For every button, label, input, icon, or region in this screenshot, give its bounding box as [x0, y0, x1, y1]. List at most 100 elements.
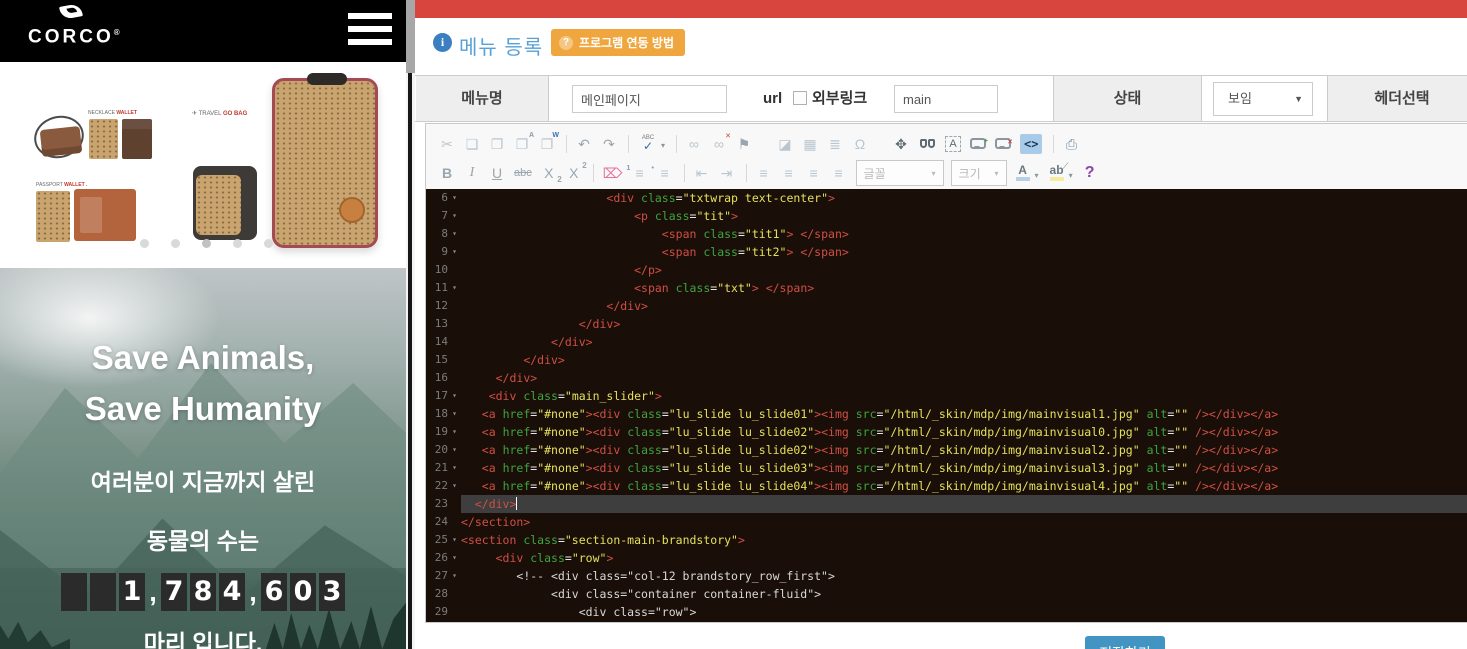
remove-format-icon[interactable]: ⌦	[603, 163, 623, 183]
code-line[interactable]: 12 </div>	[426, 297, 1467, 315]
undo-icon[interactable]: ↶	[576, 134, 592, 154]
url-input[interactable]	[894, 85, 998, 113]
code-line[interactable]: 13 </div>	[426, 315, 1467, 333]
highlight-color-button[interactable]: ab∕	[1048, 163, 1066, 183]
unlink-icon[interactable]: ∞✕	[711, 134, 727, 154]
code-line[interactable]: 18▾ <a href="#none"><div class="lu_slide…	[426, 405, 1467, 423]
fold-arrow-icon[interactable]: ▾	[448, 189, 461, 207]
code-line[interactable]: 28 <div class="container container-fluid…	[426, 585, 1467, 603]
text-color-button[interactable]: A	[1014, 163, 1032, 183]
carousel-dot[interactable]	[233, 239, 242, 248]
fold-arrow-icon[interactable]: ▾	[448, 531, 461, 549]
code-line[interactable]: 20▾ <a href="#none"><div class="lu_slide…	[426, 441, 1467, 459]
fold-arrow-icon[interactable]: ▾	[448, 459, 461, 477]
fold-arrow-icon[interactable]: ▾	[448, 423, 461, 441]
indent-icon[interactable]: ⇥	[719, 163, 735, 183]
code-line[interactable]: 9▾ <span class="tit2"> </span>	[426, 243, 1467, 261]
superscript-button[interactable]: X2	[566, 163, 582, 183]
cut-icon[interactable]: ✂	[439, 134, 455, 154]
fold-arrow-icon[interactable]: ▾	[448, 225, 461, 243]
code-line[interactable]: 16 </div>	[426, 369, 1467, 387]
fold-arrow-icon[interactable]: ▾	[448, 207, 461, 225]
code-line[interactable]: 24</section>	[426, 513, 1467, 531]
paste-icon[interactable]: ❐	[489, 134, 505, 154]
menu-name-input[interactable]	[572, 85, 727, 113]
dropdown-arrow-icon[interactable]: ▾	[661, 141, 665, 150]
external-link-checkbox[interactable]	[793, 91, 807, 105]
code-line[interactable]: 17▾ <div class="main_slider">	[426, 387, 1467, 405]
code-line[interactable]: 19▾ <a href="#none"><div class="lu_slide…	[426, 423, 1467, 441]
dropdown-arrow-icon[interactable]: ▾	[1069, 171, 1073, 180]
bold-button[interactable]: B	[439, 163, 455, 183]
code-line[interactable]: 14 </div>	[426, 333, 1467, 351]
link-icon[interactable]: ∞	[686, 134, 702, 154]
spellcheck-button[interactable]: ABC✓	[638, 134, 658, 154]
carousel-dot[interactable]	[140, 239, 149, 248]
italic-button[interactable]: I	[464, 163, 480, 183]
paste-text-icon[interactable]: ❐A	[514, 134, 530, 154]
align-right-icon[interactable]: ≡	[806, 163, 822, 183]
carousel-dot-active[interactable]	[202, 239, 211, 248]
delete-memo-icon[interactable]: ✕	[995, 138, 1011, 149]
fold-arrow-icon[interactable]: ▾	[448, 279, 461, 297]
preview-scrollbar[interactable]	[406, 0, 415, 649]
special-char-icon[interactable]: Ω	[852, 134, 868, 154]
underline-button[interactable]: U	[489, 163, 505, 183]
image-icon[interactable]: ◪	[777, 134, 793, 154]
source-code-area[interactable]: 6▾ <div class="txtwrap text-center">7▾ <…	[426, 189, 1467, 622]
hamburger-menu-icon[interactable]	[348, 13, 392, 52]
ordered-list-icon[interactable]: ≡1	[632, 163, 648, 183]
code-line[interactable]: 21▾ <a href="#none"><div class="lu_slide…	[426, 459, 1467, 477]
redo-icon[interactable]: ↷	[601, 134, 617, 154]
carousel-dot[interactable]	[264, 239, 273, 248]
save-button[interactable]: 저장하기	[1085, 636, 1165, 649]
font-size-select[interactable]: 크기▾	[951, 160, 1007, 186]
font-family-select[interactable]: 글꼴▾	[856, 160, 944, 186]
fold-arrow-icon[interactable]: ▾	[448, 243, 461, 261]
status-select[interactable]: 보임 ▼	[1213, 82, 1313, 116]
fold-arrow-icon[interactable]: ▾	[448, 387, 461, 405]
code-line[interactable]: 26▾ <div class="row">	[426, 549, 1467, 567]
align-justify-icon[interactable]: ≡	[831, 163, 847, 183]
code-line[interactable]: 6▾ <div class="txtwrap text-center">	[426, 189, 1467, 207]
maximize-icon[interactable]: ✥	[893, 134, 909, 154]
code-line[interactable]: 10 </p>	[426, 261, 1467, 279]
fold-arrow-icon[interactable]: ▾	[448, 405, 461, 423]
align-left-icon[interactable]: ≡	[756, 163, 772, 183]
code-line[interactable]: 8▾ <span class="tit1"> </span>	[426, 225, 1467, 243]
fold-arrow-icon[interactable]: ▾	[448, 549, 461, 567]
corco-logo[interactable]: CORCO®	[28, 5, 114, 47]
table-icon[interactable]: ▦	[802, 134, 818, 154]
code-line[interactable]: 11▾ <span class="txt"> </span>	[426, 279, 1467, 297]
copy-icon[interactable]: ❏	[464, 134, 480, 154]
code-line[interactable]: 7▾ <p class="tit">	[426, 207, 1467, 225]
bullet-list-icon[interactable]: ≡•	[657, 163, 673, 183]
code-line[interactable]: 25▾<section class="section-main-brandsto…	[426, 531, 1467, 549]
program-link-help-button[interactable]: ? 프로그램 연동 방법	[551, 29, 685, 56]
code-line[interactable]: 29 <div class="row">	[426, 603, 1467, 621]
code-line[interactable]: 23 </div>	[426, 495, 1467, 513]
scrollbar-thumb[interactable]	[406, 0, 415, 73]
carousel-dot[interactable]	[171, 239, 180, 248]
fold-arrow-icon[interactable]: ▾	[448, 567, 461, 585]
source-button[interactable]: <>	[1020, 134, 1042, 154]
outdent-icon[interactable]: ⇤	[694, 163, 710, 183]
horizontal-line-icon[interactable]: ≣	[827, 134, 843, 154]
add-memo-icon[interactable]: +	[970, 138, 986, 149]
fold-arrow-icon[interactable]: ▾	[448, 477, 461, 495]
dropdown-arrow-icon[interactable]: ▾	[1035, 171, 1039, 180]
code-line[interactable]: 15 </div>	[426, 351, 1467, 369]
anchor-flag-icon[interactable]: ⚑	[736, 134, 752, 154]
strikethrough-button[interactable]: abc	[514, 163, 532, 183]
subscript-button[interactable]: X2	[541, 163, 557, 183]
find-replace-icon[interactable]	[918, 134, 936, 154]
code-line[interactable]: 22▾ <a href="#none"><div class="lu_slide…	[426, 477, 1467, 495]
print-icon[interactable]: ⎙	[1063, 134, 1079, 154]
paste-word-icon[interactable]: ❐W	[539, 134, 555, 154]
code-line[interactable]: 30 <div class="col-12 col-lg-5 brandstor…	[426, 621, 1467, 622]
align-center-icon[interactable]: ≡	[781, 163, 797, 183]
code-line[interactable]: 27▾ <!-- <div class="col-12 brandstory_r…	[426, 567, 1467, 585]
fold-arrow-icon[interactable]: ▾	[448, 441, 461, 459]
carousel-dots[interactable]	[140, 239, 273, 248]
select-all-icon[interactable]: A	[945, 136, 961, 152]
